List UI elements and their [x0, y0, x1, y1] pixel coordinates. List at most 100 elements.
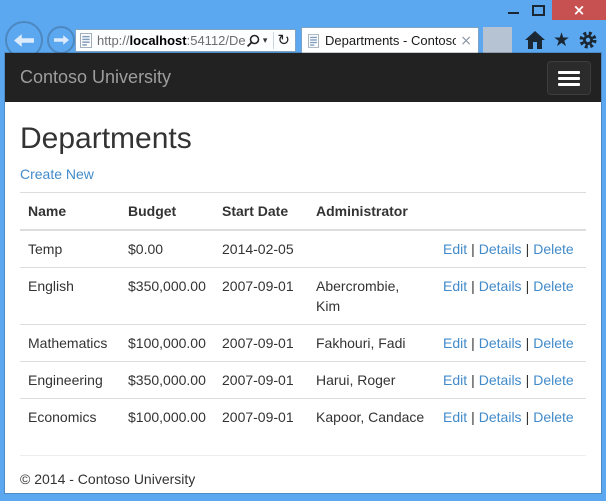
edit-link[interactable]: Edit [443, 241, 467, 257]
browser-window: × http://localhost:54112/Dep [0, 0, 606, 501]
page-content: Departments Create New Name Budget Start… [5, 122, 601, 487]
page-icon [80, 33, 92, 48]
minimize-button[interactable] [501, 0, 525, 20]
create-new-link[interactable]: Create New [20, 166, 94, 182]
header-administrator: Administrator [308, 192, 435, 231]
footer-divider [20, 455, 586, 456]
cell-budget: $0.00 [120, 229, 214, 268]
footer: © 2014 - Contoso University [20, 471, 586, 487]
page-viewport: Contoso University Departments Create Ne… [4, 52, 602, 494]
delete-link[interactable]: Delete [533, 372, 573, 388]
tab-page-icon [308, 33, 319, 48]
cell-name: Economics [20, 398, 120, 435]
details-link[interactable]: Details [479, 372, 522, 388]
edit-link[interactable]: Edit [443, 409, 467, 425]
cell-administrator: Harui, Roger [308, 361, 435, 399]
cell-administrator [308, 229, 435, 268]
action-separator: | [471, 409, 475, 425]
cell-name: Temp [20, 229, 120, 268]
edit-link[interactable]: Edit [443, 372, 467, 388]
edit-link[interactable]: Edit [443, 278, 467, 294]
url-path: :54112/Dep [186, 33, 246, 48]
close-window-button[interactable]: × [552, 0, 606, 20]
tab-close-icon[interactable]: × [460, 33, 472, 49]
cell-actions: Edit | Details | Delete [435, 229, 586, 268]
cell-start-date: 2007-09-01 [214, 398, 308, 435]
details-link[interactable]: Details [479, 278, 522, 294]
cell-actions: Edit | Details | Delete [435, 324, 586, 362]
delete-link[interactable]: Delete [533, 278, 573, 294]
table-row: English $350,000.00 2007-09-01 Abercromb… [20, 267, 586, 325]
header-name: Name [20, 192, 120, 231]
action-separator: | [471, 278, 475, 294]
url-host: localhost [129, 33, 187, 48]
edit-link[interactable]: Edit [443, 335, 467, 351]
tab-title: Departments - Contoso ... [325, 33, 457, 48]
action-separator: | [525, 409, 530, 425]
header-budget: Budget [120, 192, 214, 231]
search-icon[interactable] [246, 34, 260, 48]
address-bar[interactable]: http://localhost:54112/Dep ▾ ↻ [75, 29, 296, 52]
url-text[interactable]: http://localhost:54112/Dep [97, 33, 246, 48]
table-row: Engineering $350,000.00 2007-09-01 Harui… [20, 361, 586, 399]
chrome-toolbar: ★ [524, 27, 598, 53]
back-button[interactable] [5, 21, 43, 53]
details-link[interactable]: Details [479, 241, 522, 257]
cell-administrator: Kapoor, Candace [308, 398, 435, 435]
forward-arrow-icon [53, 35, 69, 45]
maximize-icon [531, 4, 545, 16]
favorites-star-icon[interactable]: ★ [553, 30, 570, 50]
cell-start-date: 2007-09-01 [214, 361, 308, 399]
cell-actions: Edit | Details | Delete [435, 267, 586, 325]
maximize-button[interactable] [526, 0, 550, 20]
navbar: Contoso University [5, 53, 601, 102]
delete-link[interactable]: Delete [533, 409, 573, 425]
table-header-row: Name Budget Start Date Administrator [20, 192, 586, 231]
back-arrow-icon [14, 33, 34, 47]
cell-start-date: 2007-09-01 [214, 324, 308, 362]
settings-gear-icon[interactable] [578, 30, 598, 50]
search-dropdown-caret-icon[interactable]: ▾ [263, 36, 268, 46]
header-start-date: Start Date [214, 192, 308, 231]
delete-link[interactable]: Delete [533, 335, 573, 351]
action-separator: | [525, 335, 530, 351]
details-link[interactable]: Details [479, 409, 522, 425]
cell-name: English [20, 267, 120, 325]
hamburger-bar [558, 70, 580, 74]
hamburger-menu-button[interactable] [547, 61, 591, 95]
action-separator: | [471, 241, 475, 257]
refresh-icon[interactable]: ↻ [277, 33, 290, 48]
action-separator: | [525, 278, 530, 294]
table-row: Mathematics $100,000.00 2007-09-01 Fakho… [20, 324, 586, 362]
home-icon[interactable] [524, 31, 545, 49]
hamburger-bar [558, 76, 580, 80]
header-actions [435, 192, 586, 231]
url-protocol: http:// [97, 33, 130, 48]
cell-actions: Edit | Details | Delete [435, 398, 586, 435]
cell-budget: $350,000.00 [120, 361, 214, 399]
new-tab-button[interactable] [483, 27, 512, 53]
hamburger-bar [558, 82, 580, 86]
cell-budget: $350,000.00 [120, 267, 214, 325]
browser-tab-departments[interactable]: Departments - Contoso ... × [301, 27, 479, 53]
address-bar-divider [273, 32, 275, 49]
cell-start-date: 2014-02-05 [214, 229, 308, 268]
departments-table: Name Budget Start Date Administrator Tem… [20, 192, 586, 435]
action-separator: | [525, 241, 530, 257]
action-separator: | [471, 372, 475, 388]
delete-link[interactable]: Delete [533, 241, 573, 257]
brand-link[interactable]: Contoso University [20, 53, 171, 102]
cell-budget: $100,000.00 [120, 398, 214, 435]
minimize-icon [507, 12, 519, 14]
cell-administrator: Fakhouri, Fadi [308, 324, 435, 362]
cell-name: Engineering [20, 361, 120, 399]
table-row: Economics $100,000.00 2007-09-01 Kapoor,… [20, 398, 586, 435]
details-link[interactable]: Details [479, 335, 522, 351]
forward-button[interactable] [47, 26, 75, 53]
cell-name: Mathematics [20, 324, 120, 362]
action-separator: | [471, 335, 475, 351]
cell-administrator: Abercrombie, Kim [308, 267, 435, 325]
cell-start-date: 2007-09-01 [214, 267, 308, 325]
cell-actions: Edit | Details | Delete [435, 361, 586, 399]
table-row: Temp $0.00 2014-02-05 Edit | Details | Delet… [20, 229, 586, 268]
